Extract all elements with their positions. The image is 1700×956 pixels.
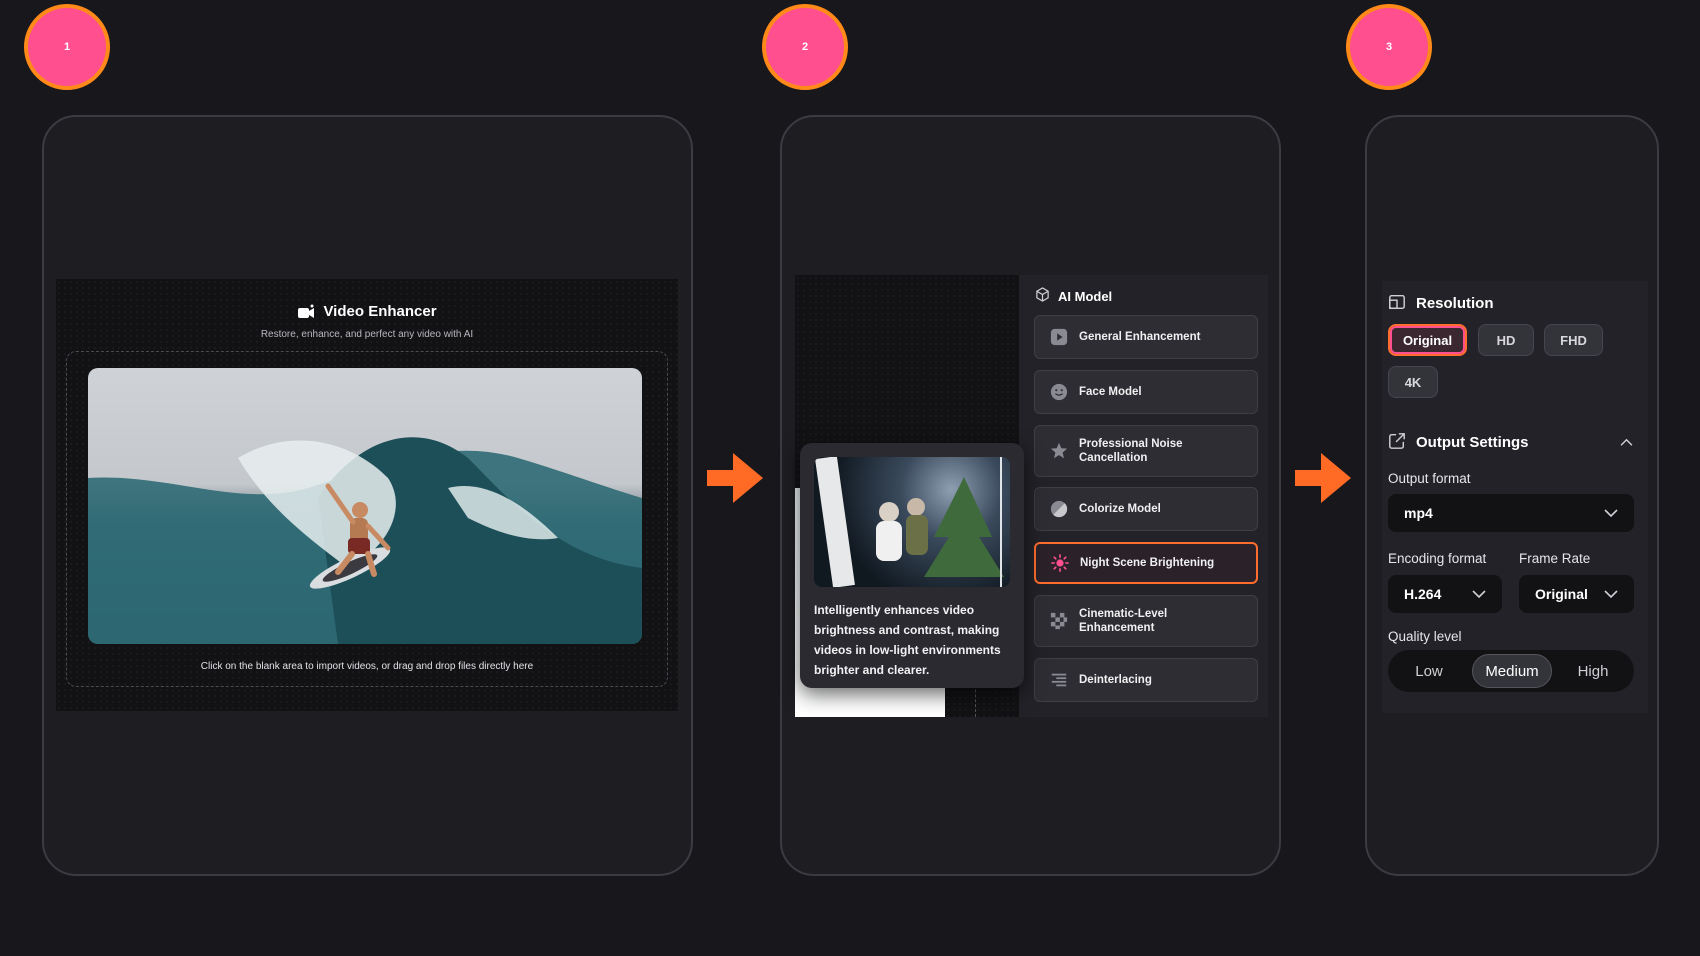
chevron-down-icon [1604,586,1618,602]
encoding-format-label: Encoding format [1388,551,1487,566]
tooltip-description: Intelligently enhances video brightness … [814,603,1001,677]
settings-panel: Resolution Original HD FHD 4K Output Set… [1382,281,1648,713]
model-label: Face Model [1079,386,1142,398]
resolution-header: Resolution [1388,293,1494,313]
model-colorize[interactable]: Colorize Model [1034,487,1258,531]
video-enhancer-panel: Video Enhancer Restore, enhance, and per… [56,279,678,711]
color-circle-icon [1049,499,1069,519]
play-square-icon [1049,327,1069,347]
ai-model-header: AI Model [1035,287,1112,305]
frame-rate-value: Original [1535,586,1588,602]
smile-face-icon [1049,382,1069,402]
chevron-up-icon[interactable] [1620,434,1633,451]
resolution-icon [1388,293,1408,313]
cube-icon [1035,287,1050,305]
night-scene-example-image [814,457,1010,587]
step-badge-2: 2 [762,4,848,90]
chevron-down-icon [1604,505,1618,521]
video-camera-icon [297,304,315,320]
output-settings-header[interactable]: Output Settings [1388,432,1638,452]
output-format-value: mp4 [1404,505,1433,521]
section-title: Output Settings [1416,433,1529,451]
panel-title: Video Enhancer [56,303,678,320]
video-drop-zone[interactable]: Click on the blank area to import videos… [66,351,668,687]
frame-rate-select[interactable]: Original [1519,575,1634,613]
resolution-original[interactable]: Original [1388,324,1467,356]
model-label: General Enhancement [1079,331,1201,343]
quality-high[interactable]: High [1558,654,1628,688]
arrow-right-icon [707,453,763,503]
quality-level-label: Quality level [1388,629,1462,644]
step-badge-1: 1 [24,4,110,90]
output-format-select[interactable]: mp4 [1388,494,1634,532]
encoding-format-select[interactable]: H.264 [1388,575,1502,613]
resolution-4k[interactable]: 4K [1388,366,1438,398]
model-noise-cancellation[interactable]: Professional Noise Cancellation [1034,425,1258,477]
step-badge-3: 3 [1346,4,1432,90]
ai-model-panel: AI Model General Enhancement Face Model … [1019,275,1268,717]
external-link-icon [1388,432,1408,452]
model-cinematic-enhancement[interactable]: Cinematic-Level Enhancement [1034,595,1258,647]
page-title: Video Enhancer [323,303,437,320]
output-format-label: Output format [1388,471,1471,486]
checker-icon [1049,611,1069,631]
drop-hint: Click on the blank area to import videos… [200,661,534,672]
model-label: Cinematic-Level Enhancement [1079,608,1168,634]
model-face[interactable]: Face Model [1034,370,1258,414]
star-icon [1049,441,1069,461]
video-preview[interactable] [88,368,642,644]
quality-medium[interactable]: Medium [1472,654,1552,688]
quality-segmented-control: Low Medium High [1388,650,1634,692]
model-deinterlacing[interactable]: Deinterlacing [1034,658,1258,702]
section-title: AI Model [1058,288,1113,304]
frame-rate-label: Frame Rate [1519,551,1591,566]
arrow-right-icon [1295,453,1351,503]
lines-icon [1049,670,1069,690]
page-subtitle: Restore, enhance, and perfect any video … [260,329,474,340]
model-label: Deinterlacing [1079,674,1152,686]
section-title: Resolution [1416,294,1494,312]
model-label: Night Scene Brightening [1080,557,1215,569]
model-tooltip: Intelligently enhances video brightness … [800,443,1024,688]
model-night-scene-brightening[interactable]: Night Scene Brightening [1034,542,1258,584]
resolution-fhd[interactable]: FHD [1544,324,1603,356]
model-label: Colorize Model [1079,503,1161,515]
sun-icon [1050,553,1070,573]
model-label: Professional Noise Cancellation [1079,438,1183,464]
encoding-format-value: H.264 [1404,586,1442,602]
resolution-hd[interactable]: HD [1478,324,1534,356]
quality-low[interactable]: Low [1394,654,1464,688]
chevron-down-icon [1472,586,1486,602]
model-general-enhancement[interactable]: General Enhancement [1034,315,1258,359]
